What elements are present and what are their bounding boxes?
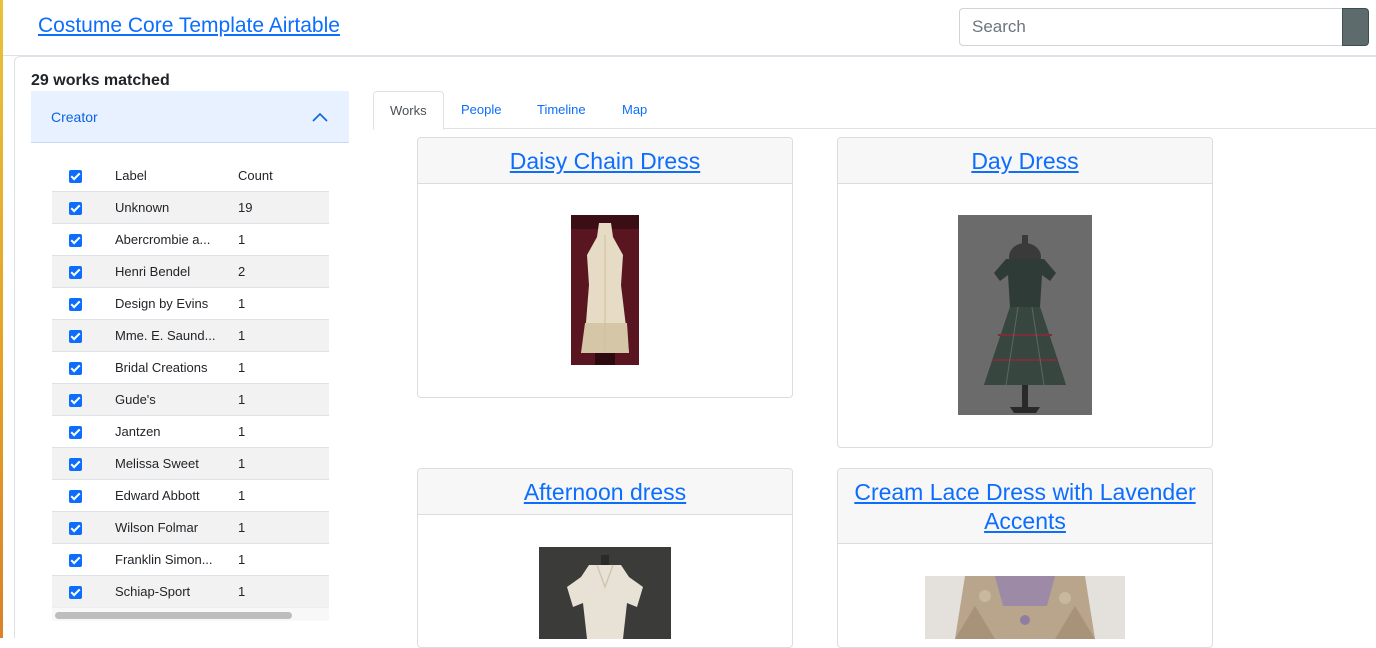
- facet-row-checkbox[interactable]: [69, 585, 82, 599]
- facet-row-checkbox[interactable]: [69, 457, 82, 471]
- facet-row-label: Mme. E. Saund...: [115, 327, 216, 343]
- facet-row-count: 2: [235, 255, 329, 288]
- facet-row: Franklin Simon... 1: [52, 543, 329, 576]
- tab-map[interactable]: Map: [606, 91, 663, 129]
- facet-row-label: Unknown: [115, 199, 170, 215]
- work-title-link[interactable]: Day Dress: [838, 138, 1212, 184]
- facet-row-checkbox[interactable]: [69, 265, 82, 279]
- facet-row: Jantzen 1: [52, 415, 329, 448]
- facet-row-label: Franklin Simon...: [115, 551, 213, 567]
- facet-row: Henri Bendel 2: [52, 255, 329, 288]
- facet-row: Schiap-Sport 1: [52, 575, 329, 608]
- facet-header-row: Label Count: [52, 160, 329, 192]
- facet-row-label: Henri Bendel: [115, 263, 191, 279]
- search-input[interactable]: [959, 8, 1343, 46]
- tab-people[interactable]: People: [445, 91, 517, 129]
- select-all-checkbox[interactable]: [69, 169, 82, 183]
- facet-row-checkbox[interactable]: [69, 425, 82, 439]
- facet-row-checkbox[interactable]: [69, 297, 82, 311]
- facet-row-label: Design by Evins: [115, 295, 209, 311]
- facet-row-count: 1: [235, 575, 329, 608]
- facet-row-label: Melissa Sweet: [115, 455, 199, 471]
- works-matched-count: 29 works matched: [31, 72, 170, 89]
- facet-row-count: 1: [235, 543, 329, 576]
- label-column-header: Label: [100, 160, 235, 192]
- facet-row-count: 1: [235, 223, 329, 256]
- work-image[interactable]: [571, 215, 639, 365]
- facet-row-count: 1: [235, 319, 329, 352]
- facet-row-checkbox[interactable]: [69, 233, 82, 247]
- work-card: Cream Lace Dress with Lavender Accents: [837, 468, 1213, 648]
- facet-row: Design by Evins 1: [52, 287, 329, 320]
- creator-facet-toggle[interactable]: Creator: [31, 91, 349, 143]
- facet-row: Abercrombie a... 1: [52, 223, 329, 256]
- creator-facet-table: Label Count Unknown 19 Abercrombie a... 1 …: [52, 160, 329, 608]
- facet-row-checkbox[interactable]: [69, 521, 82, 535]
- scrollbar-thumb[interactable]: [55, 612, 292, 619]
- facet-row-count: 19: [235, 191, 329, 224]
- work-title-link[interactable]: Daisy Chain Dress: [418, 138, 792, 184]
- top-navbar: Costume Core Template Airtable: [3, 0, 1376, 56]
- facet-row-count: 1: [235, 383, 329, 416]
- facet-row-count: 1: [235, 479, 329, 512]
- facet-row-label: Edward Abbott: [115, 487, 200, 503]
- facet-row-label: Abercrombie a...: [115, 231, 211, 247]
- facet-row: Gude's 1: [52, 383, 329, 416]
- facet-row-label: Gude's: [115, 391, 156, 407]
- facet-row-checkbox[interactable]: [69, 553, 82, 567]
- facet-row-checkbox[interactable]: [69, 361, 82, 375]
- facet-row-count: 1: [235, 447, 329, 480]
- search-form: [959, 8, 1371, 46]
- facet-row-checkbox[interactable]: [69, 489, 82, 503]
- count-column-header: Count: [235, 160, 329, 192]
- facet-row-count: 1: [235, 511, 329, 544]
- work-card: Daisy Chain Dress: [417, 137, 793, 398]
- facet-row: Wilson Folmar 1: [52, 511, 329, 544]
- facet-row-checkbox[interactable]: [69, 201, 82, 215]
- facet-row-count: 1: [235, 351, 329, 384]
- work-card: Day Dress: [837, 137, 1213, 448]
- facet-row-checkbox[interactable]: [69, 393, 82, 407]
- facet-row: Mme. E. Saund... 1: [52, 319, 329, 352]
- view-tabs: Works People Timeline Map: [373, 91, 1376, 130]
- work-image[interactable]: [925, 576, 1125, 639]
- facet-row-checkbox[interactable]: [69, 329, 82, 343]
- tab-timeline[interactable]: Timeline: [521, 91, 602, 129]
- window-edge-decoration: [0, 0, 3, 638]
- facet-row-label: Jantzen: [115, 423, 161, 439]
- work-image[interactable]: [539, 547, 671, 639]
- facet-row-label: Wilson Folmar: [115, 519, 199, 535]
- facet-row-count: 1: [235, 287, 329, 320]
- chevron-up-icon: [312, 112, 328, 122]
- facet-horizontal-scrollbar[interactable]: [52, 607, 329, 621]
- search-button[interactable]: [1342, 8, 1369, 46]
- facet-row-label: Bridal Creations: [115, 359, 208, 375]
- facet-row: Edward Abbott 1: [52, 479, 329, 512]
- creator-facet-title: Creator: [51, 108, 98, 125]
- site-title-link[interactable]: Costume Core Template Airtable: [38, 14, 340, 38]
- work-title-link[interactable]: Afternoon dress: [418, 469, 792, 515]
- facet-row-count: 1: [235, 415, 329, 448]
- work-title-link[interactable]: Cream Lace Dress with Lavender Accents: [838, 469, 1212, 544]
- work-image[interactable]: [958, 215, 1092, 415]
- facet-row: Unknown 19: [52, 191, 329, 224]
- work-card: Afternoon dress: [417, 468, 793, 648]
- facet-row-label: Schiap-Sport: [115, 583, 191, 599]
- facet-row: Melissa Sweet 1: [52, 447, 329, 480]
- tab-works[interactable]: Works: [373, 91, 444, 130]
- facet-row: Bridal Creations 1: [52, 351, 329, 384]
